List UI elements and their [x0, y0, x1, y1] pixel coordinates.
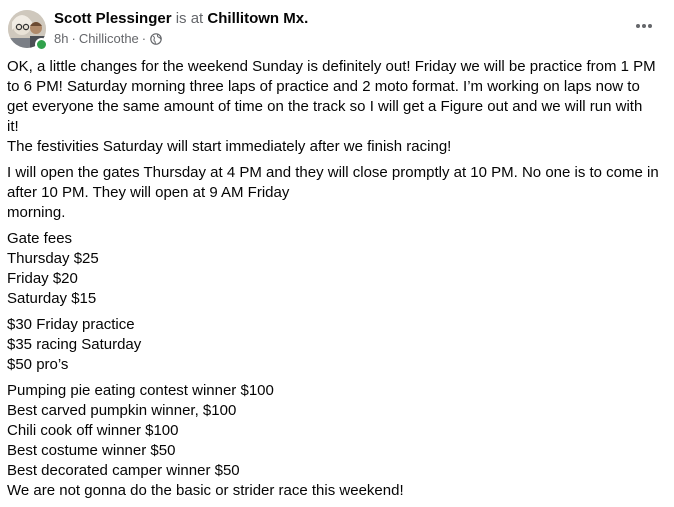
post-paragraph: $30 Friday practice $35 racing Saturday $5…: [7, 315, 667, 375]
post-text-line: get everyone the same amount of time on …: [7, 98, 643, 115]
post-text-line: $35 racing Saturday: [7, 336, 142, 353]
post-text-line: Gate fees: [7, 230, 73, 247]
post-paragraph: OK, a little changes for the weekend Sun…: [7, 57, 667, 157]
post-text-line: morning.: [7, 204, 66, 221]
post-text-line: Best costume winner $50: [7, 442, 176, 459]
post-text-line: Pumping pie eating contest winner $100: [7, 382, 274, 399]
post-body: OK, a little changes for the weekend Sun…: [7, 57, 667, 507]
more-options-icon[interactable]: [628, 14, 660, 38]
meta-separator: ·: [141, 31, 147, 46]
location-name[interactable]: Chillitown Mx.: [207, 10, 308, 27]
post-text-line: after 10 PM. They will open at 9 AM Frid…: [7, 184, 290, 201]
post-header: Scott Plessinger is at Chillitown Mx. 8h…: [0, 0, 674, 56]
meta-separator: ·: [71, 31, 76, 46]
post-text-line: We are not gonna do the basic or strider…: [7, 482, 404, 499]
post-paragraph: I will open the gates Thursday at 4 PM a…: [7, 163, 667, 223]
post-text-line: to 6 PM! Saturday morning three laps of …: [7, 78, 640, 95]
post-paragraph: Gate fees Thursday $25 Friday $20 Saturday …: [7, 229, 667, 309]
post-paragraph: Pumping pie eating contest winner $100 Be…: [7, 381, 667, 501]
post-text-line: Best carved pumpkin winner, $100: [7, 402, 237, 419]
post-text-line: $30 Friday practice: [7, 316, 135, 333]
post-meta: 8h · Chillicothe ·: [54, 31, 162, 47]
post-place[interactable]: Chillicothe: [79, 31, 139, 47]
globe-icon[interactable]: [150, 33, 162, 45]
post-text-line: Friday $20: [7, 270, 78, 287]
post-text-line: Chili cook off winner $100: [7, 422, 179, 439]
post-text-line: Saturday $15: [7, 290, 97, 307]
post-text-line: OK, a little changes for the weekend Sun…: [7, 58, 656, 75]
post-text-line: it!: [7, 118, 19, 135]
post-text-line: Thursday $25: [7, 250, 99, 267]
author-name[interactable]: Scott Plessinger: [54, 10, 172, 27]
is-at-text: is at: [175, 10, 204, 27]
post-text-line: Best decorated camper winner $50: [7, 462, 240, 479]
online-status-indicator: [35, 38, 48, 51]
post-timestamp[interactable]: 8h: [54, 31, 68, 47]
post-text-line: The festivities Saturday will start imme…: [7, 138, 452, 155]
post-text-line: I will open the gates Thursday at 4 PM a…: [7, 164, 659, 181]
post-title-line: Scott Plessinger is at Chillitown Mx.: [54, 10, 308, 28]
post-text-line: $50 pro’s: [7, 356, 69, 373]
